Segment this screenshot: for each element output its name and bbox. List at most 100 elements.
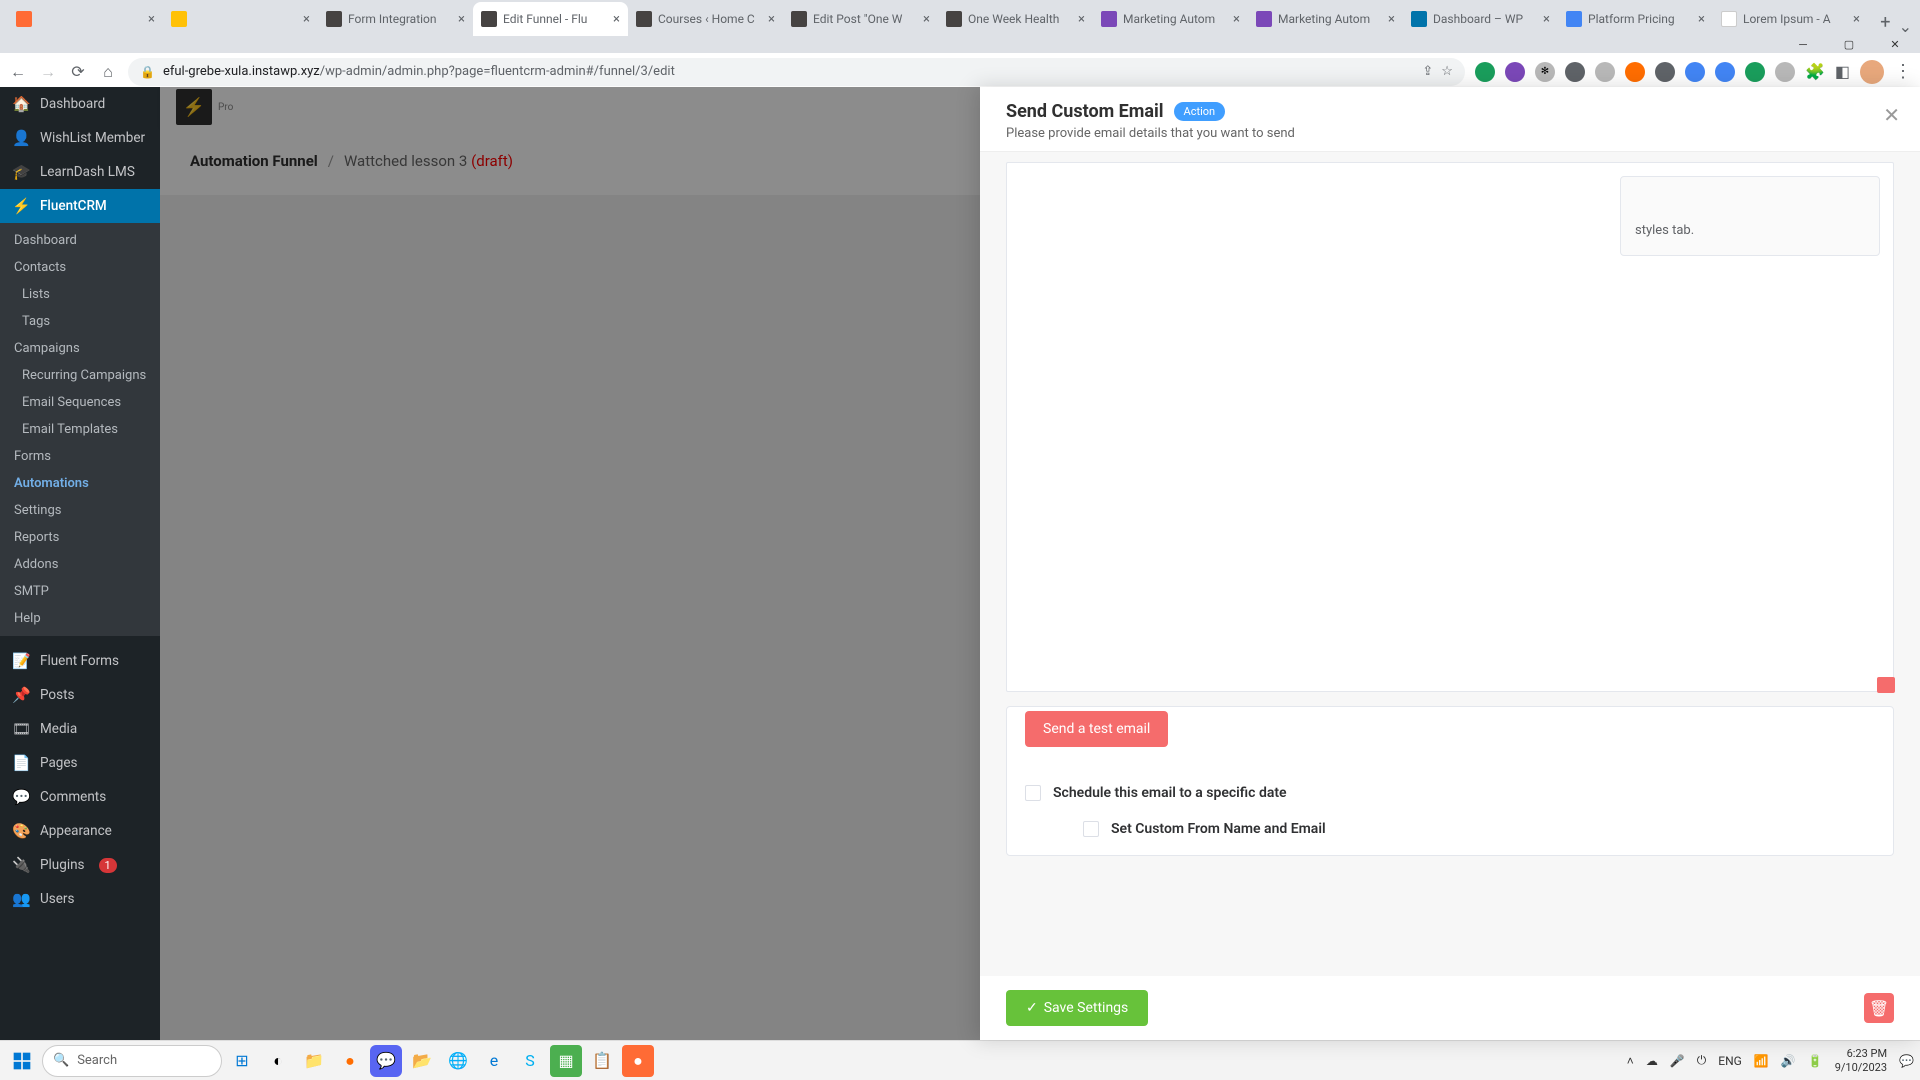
extension-icon[interactable]: [1655, 62, 1675, 82]
taskbar-app-icon[interactable]: 📂: [406, 1045, 438, 1077]
sidebar-item-media[interactable]: 🎞Media: [0, 712, 160, 746]
close-tab-icon[interactable]: ×: [1543, 12, 1550, 27]
extension-icon[interactable]: [1625, 62, 1645, 82]
sidepanel-icon[interactable]: ◧: [1835, 62, 1850, 81]
maximize-button[interactable]: ▢: [1826, 36, 1872, 53]
taskbar-app-icon[interactable]: ▦: [550, 1045, 582, 1077]
taskbar-app-icon[interactable]: ●: [334, 1045, 366, 1077]
taskbar-app-icon[interactable]: e: [478, 1045, 510, 1077]
sidebar-item-fluent-forms[interactable]: 📝Fluent Forms: [0, 644, 160, 678]
tray-icon[interactable]: 🎤: [1670, 1054, 1685, 1068]
sidebar-subitem-help[interactable]: Help: [0, 605, 160, 632]
home-button[interactable]: ⌂: [98, 62, 118, 82]
sidebar-item-appearance[interactable]: 🎨Appearance: [0, 814, 160, 848]
browser-tab[interactable]: Form Integration×: [318, 2, 473, 36]
sidebar-subitem-settings[interactable]: Settings: [0, 497, 160, 524]
sidebar-item-learndash-lms[interactable]: 🎓LearnDash LMS: [0, 155, 160, 189]
close-tab-icon[interactable]: ×: [303, 12, 310, 27]
sidebar-subitem-contacts[interactable]: Contacts: [0, 254, 160, 281]
close-tab-icon[interactable]: ×: [1853, 12, 1860, 27]
custom-from-checkbox-row[interactable]: Set Custom From Name and Email: [1025, 821, 1875, 837]
save-settings-button[interactable]: ✓ Save Settings: [1006, 990, 1148, 1026]
browser-tab[interactable]: Lorem Ipsum - A×: [1713, 2, 1868, 36]
close-tab-icon[interactable]: ×: [1388, 12, 1395, 27]
browser-tab[interactable]: Edit Post "One W×: [783, 2, 938, 36]
close-icon[interactable]: ✕: [1883, 103, 1900, 127]
sidebar-subitem-automations[interactable]: Automations: [0, 470, 160, 497]
taskbar-app-icon[interactable]: 📁: [298, 1045, 330, 1077]
schedule-checkbox-row[interactable]: Schedule this email to a specific date: [1025, 785, 1875, 801]
close-window-button[interactable]: ✕: [1872, 36, 1918, 53]
extension-icon[interactable]: [1685, 62, 1705, 82]
browser-tab[interactable]: Edit Funnel - Flu×: [473, 2, 628, 36]
chrome-menu-icon[interactable]: ⋮: [1894, 61, 1912, 82]
sidebar-subitem-lists[interactable]: Lists: [0, 281, 160, 308]
browser-tab[interactable]: Dashboard – WP×: [1403, 2, 1558, 36]
close-tab-icon[interactable]: ×: [458, 12, 465, 27]
task-view-icon[interactable]: ⊞: [226, 1045, 258, 1077]
address-bar[interactable]: 🔒 eful-grebe-xula.instawp.xyz/wp-admin/a…: [128, 58, 1465, 86]
new-tab-button[interactable]: +: [1872, 8, 1899, 36]
minimize-button[interactable]: ─: [1780, 36, 1826, 53]
extension-icon[interactable]: [1745, 62, 1765, 82]
sidebar-subitem-dashboard[interactable]: Dashboard: [0, 227, 160, 254]
close-tab-icon[interactable]: ×: [923, 12, 930, 27]
extensions-menu-icon[interactable]: 🧩: [1805, 62, 1825, 81]
volume-icon[interactable]: 🔊: [1781, 1054, 1796, 1068]
sidebar-subitem-email-sequences[interactable]: Email Sequences: [0, 389, 160, 416]
close-tab-icon[interactable]: ×: [1698, 12, 1705, 27]
sidebar-subitem-addons[interactable]: Addons: [0, 551, 160, 578]
taskbar-app-icon[interactable]: ◐: [262, 1045, 294, 1077]
extension-icon[interactable]: ✻: [1535, 62, 1555, 82]
browser-tab[interactable]: Marketing Autom×: [1093, 2, 1248, 36]
extension-icon[interactable]: [1715, 62, 1735, 82]
sidebar-subitem-email-templates[interactable]: Email Templates: [0, 416, 160, 443]
share-icon[interactable]: ⇪: [1422, 64, 1433, 79]
battery-icon[interactable]: 🔋: [1808, 1054, 1823, 1068]
start-button[interactable]: [6, 1045, 38, 1077]
bookmark-icon[interactable]: ☆: [1441, 64, 1453, 79]
reload-button[interactable]: ⟳: [68, 62, 88, 82]
sidebar-item-dashboard[interactable]: 🏠Dashboard: [0, 87, 160, 121]
extension-icon[interactable]: [1475, 62, 1495, 82]
sidebar-item-wishlist-member[interactable]: 👤WishList Member: [0, 121, 160, 155]
sidebar-subitem-forms[interactable]: Forms: [0, 443, 160, 470]
checkbox-icon[interactable]: [1025, 785, 1041, 801]
close-tab-icon[interactable]: ×: [148, 12, 155, 27]
sidebar-item-posts[interactable]: 📌Posts: [0, 678, 160, 712]
close-tab-icon[interactable]: ×: [1078, 12, 1085, 27]
browser-tab[interactable]: Courses ‹ Home C×: [628, 2, 783, 36]
browser-tab[interactable]: ×: [163, 2, 318, 36]
sidebar-item-fluentcrm[interactable]: ⚡FluentCRM: [0, 189, 160, 223]
taskbar-search[interactable]: 🔍 Search: [42, 1045, 222, 1077]
wifi-icon[interactable]: 📶: [1754, 1054, 1769, 1068]
close-tab-icon[interactable]: ×: [613, 12, 620, 27]
send-test-email-button[interactable]: Send a test email: [1025, 711, 1168, 747]
taskbar-app-icon[interactable]: S: [514, 1045, 546, 1077]
extension-icon[interactable]: [1595, 62, 1615, 82]
delete-button[interactable]: 🗑: [1864, 993, 1894, 1023]
profile-avatar[interactable]: [1860, 60, 1884, 84]
notifications-icon[interactable]: 💬: [1899, 1054, 1914, 1068]
taskbar-app-icon[interactable]: ●: [622, 1045, 654, 1077]
checkbox-icon[interactable]: [1083, 821, 1099, 837]
forward-button[interactable]: →: [38, 62, 58, 82]
sidebar-subitem-reports[interactable]: Reports: [0, 524, 160, 551]
tray-icon[interactable]: ⏻: [1697, 1053, 1707, 1068]
browser-tab[interactable]: Marketing Autom×: [1248, 2, 1403, 36]
close-tab-icon[interactable]: ×: [768, 12, 775, 27]
browser-tab[interactable]: ×: [8, 2, 163, 36]
resize-handle-icon[interactable]: [1877, 677, 1895, 693]
tray-chevron-icon[interactable]: ˄: [1627, 1054, 1634, 1068]
taskbar-app-icon[interactable]: 💬: [370, 1045, 402, 1077]
system-clock[interactable]: 6:23 PM 9/10/2023: [1835, 1047, 1887, 1073]
sidebar-subitem-recurring-campaigns[interactable]: Recurring Campaigns: [0, 362, 160, 389]
browser-tab[interactable]: One Week Health×: [938, 2, 1093, 36]
taskbar-app-icon[interactable]: 🌐: [442, 1045, 474, 1077]
sidebar-item-comments[interactable]: 💬Comments: [0, 780, 160, 814]
extension-icon[interactable]: [1505, 62, 1525, 82]
sidebar-item-pages[interactable]: 📄Pages: [0, 746, 160, 780]
sidebar-subitem-tags[interactable]: Tags: [0, 308, 160, 335]
language-indicator[interactable]: ENG: [1718, 1054, 1742, 1068]
tab-dropdown-icon[interactable]: ⌄: [1899, 17, 1912, 36]
